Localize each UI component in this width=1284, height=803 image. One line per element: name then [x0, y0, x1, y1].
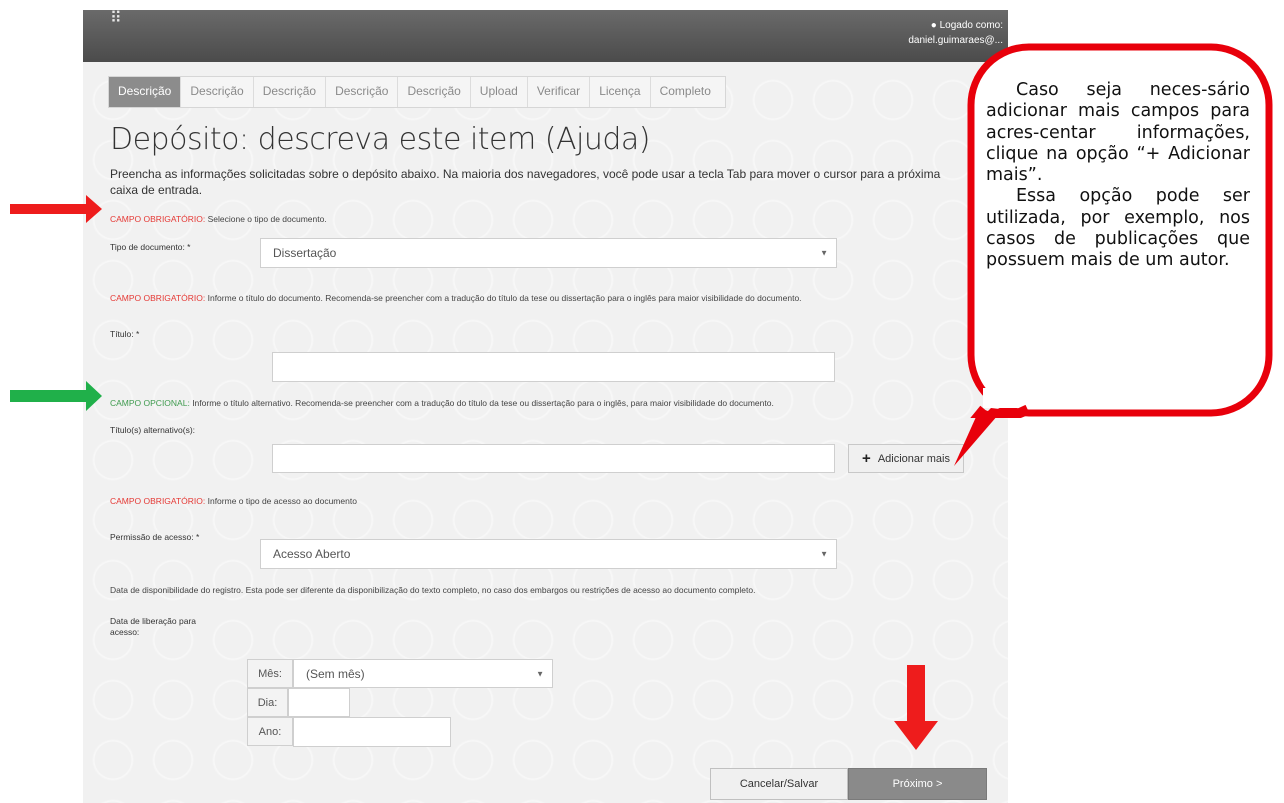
- red-arrow-down-icon: [894, 665, 938, 750]
- callout-text: Caso seja neces-sário adicionar mais cam…: [986, 80, 1250, 272]
- callout-paragraph-1: Caso seja neces-sário adicionar mais cam…: [986, 80, 1250, 186]
- green-arrow-optional-icon: [10, 381, 102, 411]
- callout-paragraph-2: Essa opção pode ser utilizada, por exemp…: [986, 186, 1250, 271]
- callout-pointer: [954, 408, 998, 466]
- red-arrow-required-icon: [10, 195, 102, 223]
